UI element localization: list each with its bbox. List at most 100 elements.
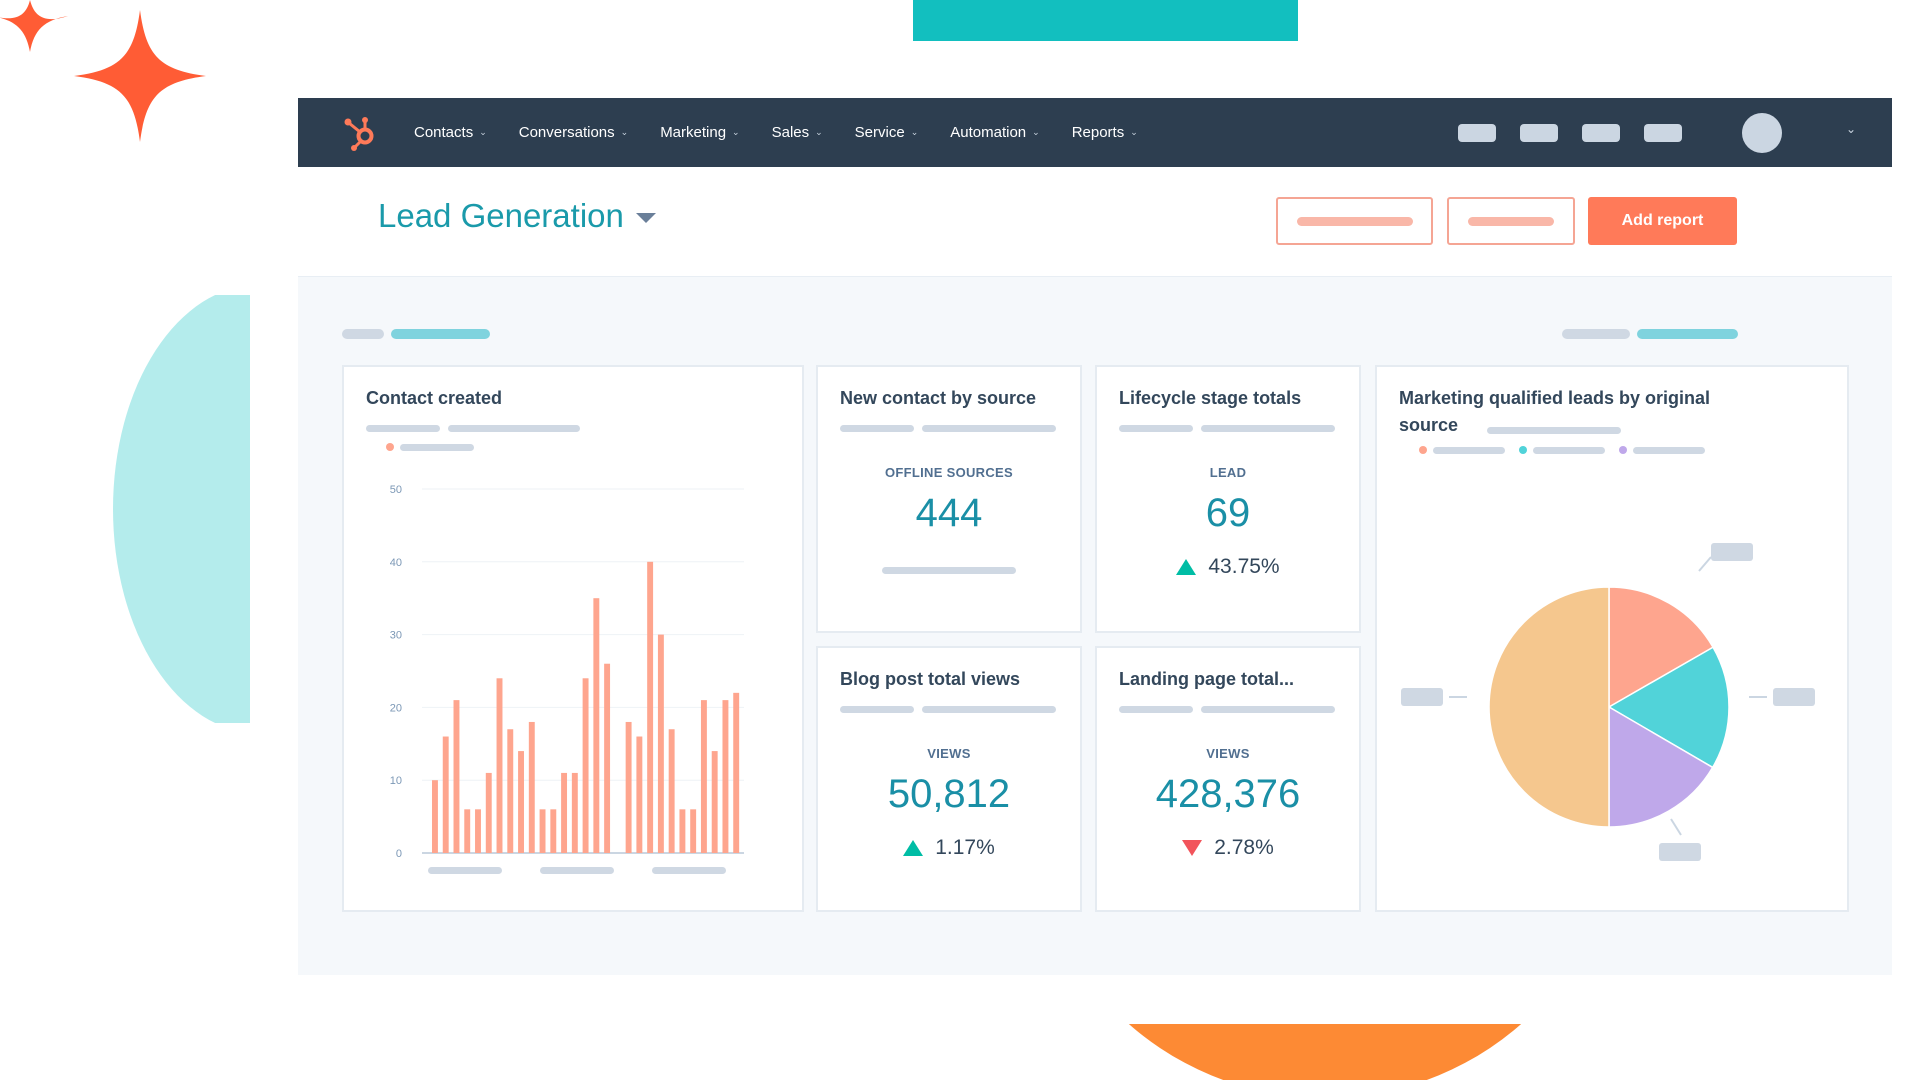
nav-utility-button[interactable]: [1458, 123, 1496, 142]
card-landing-page-total-views[interactable]: Landing page total... VIEWS 428,376 2.78…: [1095, 646, 1361, 912]
hubspot-app-window: Contacts ⌄ Conversations ⌄ Marketing ⌄ Sale…: [298, 98, 1892, 975]
nav-sales-label: Sales: [771, 124, 810, 141]
y-tick-label: 20: [390, 702, 402, 714]
nav-conversations-label: Conversations: [518, 124, 615, 141]
button-label-placeholder: [1468, 216, 1554, 226]
card-title: Lifecycle stage totals: [1119, 388, 1302, 408]
x-label-placeholder: [540, 867, 614, 874]
bar: [518, 751, 524, 853]
user-avatar[interactable]: [1742, 112, 1782, 153]
subtitle-placeholder: [1201, 425, 1335, 432]
kpi-delta: 1.17%: [818, 836, 1080, 860]
trend-up-icon: [903, 840, 924, 856]
pie-label-placeholder: [1773, 688, 1815, 706]
page-title: Lead Generation: [378, 197, 624, 234]
account-menu-chevron-icon[interactable]: ⌄: [1846, 122, 1856, 136]
card-title: Contact created: [366, 388, 503, 408]
kpi-value: 428,376: [1155, 772, 1301, 816]
nav-utility-button[interactable]: [1520, 123, 1558, 142]
y-tick-label: 0: [396, 848, 402, 860]
nav-contacts[interactable]: Contacts ⌄: [414, 124, 487, 141]
bar: [528, 721, 535, 853]
pie-slice: [1488, 586, 1610, 828]
nav-sales[interactable]: Sales ⌄: [772, 124, 823, 141]
subtitle-placeholder: [922, 425, 1056, 432]
bar: [657, 634, 664, 853]
nav-conversations[interactable]: Conversations ⌄: [519, 124, 628, 141]
decor-orange-half-circle: [1068, 1024, 1582, 1080]
card-title-line-2: source: [1399, 415, 1459, 435]
bar: [485, 772, 492, 853]
nav-marketing[interactable]: Marketing ⌄: [660, 124, 739, 141]
chevron-down-icon: ⌄: [910, 127, 919, 137]
kpi-delta-value: 43.75%: [1208, 555, 1280, 578]
bar: [550, 809, 557, 853]
nav-contacts-label: Contacts: [414, 124, 474, 141]
card-title: New contact by source: [840, 388, 1037, 408]
subtitle-placeholder: [840, 425, 914, 432]
subtitle-placeholder: [448, 425, 580, 432]
bar: [636, 736, 643, 853]
add-report-button[interactable]: Add report: [1588, 197, 1737, 245]
card-contact-created[interactable]: Contact created 0 10 20 30 40 50: [342, 365, 804, 912]
pie-label-leader: [1670, 818, 1682, 836]
nav-utility-button[interactable]: [1582, 123, 1620, 142]
bar: [582, 678, 589, 853]
filter-pill[interactable]: [342, 329, 384, 339]
bar: [561, 772, 568, 853]
filter-pill-active[interactable]: [391, 329, 490, 339]
bar: [432, 780, 438, 853]
card-blog-post-total-views[interactable]: Blog post total views VIEWS 50,812 1.17%: [816, 646, 1082, 912]
header-action-button-2[interactable]: [1447, 197, 1575, 245]
card-lifecycle-stage-totals[interactable]: Lifecycle stage totals LEAD 69 43.75%: [1095, 365, 1361, 633]
pie-label-placeholder: [1711, 543, 1753, 561]
decor-mint-half-circle: [113, 295, 250, 723]
bar: [647, 561, 654, 853]
nav-automation[interactable]: Automation ⌄: [950, 124, 1039, 141]
dashboard-header: Lead Generation Add report: [298, 167, 1892, 277]
footer-placeholder: [882, 567, 1016, 574]
nav-reports[interactable]: Reports ⌄: [1072, 124, 1138, 141]
dashboard-selector[interactable]: Lead Generation: [378, 197, 656, 235]
hubspot-sprocket-icon[interactable]: [340, 113, 380, 153]
legend-dot: [1419, 446, 1427, 454]
nav-service[interactable]: Service ⌄: [855, 124, 919, 141]
x-label-placeholder: [652, 867, 726, 874]
kpi-label: VIEWS: [927, 746, 971, 761]
bar: [668, 729, 675, 853]
bar: [464, 809, 471, 853]
y-tick-label: 10: [390, 775, 402, 787]
stage: Contacts ⌄ Conversations ⌄ Marketing ⌄ Sale…: [0, 0, 1920, 1080]
nav-utility-button[interactable]: [1644, 123, 1682, 142]
chevron-down-icon: ⌄: [620, 127, 629, 137]
subtitle-placeholder: [1487, 427, 1621, 434]
dashboard-body: Contact created 0 10 20 30 40 50 New contact …: [298, 277, 1892, 975]
card-title: Blog post total views: [840, 669, 1021, 689]
nav-service-label: Service: [854, 124, 905, 141]
kpi-delta: 2.78%: [1097, 836, 1359, 860]
card-title-line-1: Marketing qualified leads by original: [1399, 388, 1711, 408]
chevron-down-icon: ⌄: [479, 127, 487, 137]
kpi-value: 50,812: [887, 772, 1011, 816]
bar: [690, 809, 697, 853]
kpi-delta-value: 1.17%: [935, 836, 995, 859]
caret-down-icon: [635, 213, 656, 223]
header-action-button-1[interactable]: [1276, 197, 1433, 245]
subtitle-placeholder: [840, 706, 914, 713]
card-title: Landing page total...: [1119, 669, 1294, 689]
decor-teal-half-circle: [913, 0, 1298, 41]
subtitle-placeholder: [1201, 706, 1335, 713]
card-new-contact-by-source[interactable]: New contact by source OFFLINE SOURCES 44…: [816, 365, 1082, 633]
bar: [571, 772, 578, 853]
range-pill-active[interactable]: [1637, 329, 1738, 339]
bar: [539, 809, 546, 853]
y-tick-label: 30: [390, 630, 402, 642]
bar: [475, 809, 481, 853]
chevron-down-icon: ⌄: [1130, 127, 1138, 137]
range-pill[interactable]: [1562, 329, 1630, 339]
contact-created-bar-chart: 0 10 20 30 40 50: [390, 484, 744, 874]
legend-label-placeholder: [400, 444, 474, 451]
mql-pie-chart: [1401, 543, 1815, 861]
nav-marketing-label: Marketing: [660, 124, 727, 141]
card-mql-by-original-source[interactable]: Marketing qualified leads by original so…: [1375, 365, 1849, 912]
